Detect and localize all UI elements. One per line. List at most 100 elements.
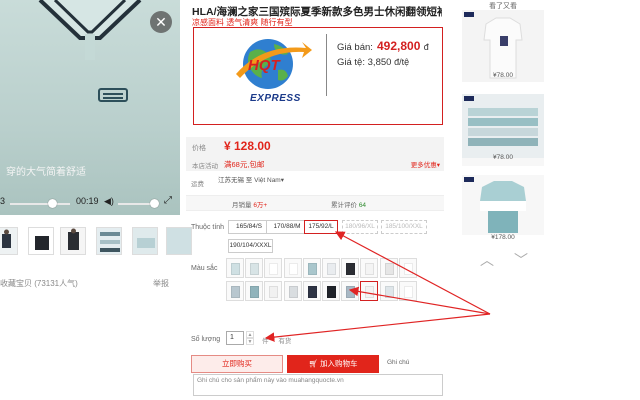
color-swatch[interactable] [360,281,379,301]
sales-stats-row: 月销量 6万+ 累计评价 64 [186,195,444,211]
monthly-sales: 月销量 6万+ [232,199,267,209]
note-textarea[interactable]: Ghi chú cho sản phẩm này vào muahangquoc… [193,374,443,396]
promo-value: 满68元,包邮 [224,160,265,169]
gallery-thumbnail[interactable] [132,227,158,255]
swatch-shirt-thumbnail [384,286,394,298]
swatch-shirt-thumbnail [403,263,413,275]
swatch-shirt-thumbnail [365,263,375,275]
color-swatch[interactable] [398,281,417,301]
swatch-shirt-thumbnail [288,286,298,298]
close-icon[interactable]: ✕ [150,11,172,33]
buy-now-button[interactable]: 立即购买 [191,355,283,373]
size-option[interactable]: 190/104/XXXL [228,239,273,253]
size-option[interactable]: 170/88/M [266,220,308,234]
recommendation-image [462,94,544,158]
note-label: Ghi chú [387,359,410,366]
price-value: ¥ 128.00 [224,139,271,153]
logo-top-text: HQT [248,57,282,74]
size-option[interactable]: 180/96/XL [342,220,378,234]
swatch-shirt-thumbnail [269,263,279,275]
color-swatch[interactable] [379,258,398,278]
gallery-thumbnail[interactable] [0,227,18,255]
chevron-down-icon[interactable]: ﹀ [514,250,528,270]
swatch-shirt-thumbnail [231,263,240,275]
video-controls: 3 00:19 ◀) ⤢ [0,195,180,212]
quantity-decrease-icon[interactable]: ▼ [246,338,254,345]
video-progress-knob[interactable] [48,199,57,208]
globe-logo-icon: HQT [236,39,312,89]
quantity-unit: 件 有货 [262,335,291,345]
color-swatch[interactable] [379,281,398,301]
recommendation-price: ¥78.00 [493,72,513,79]
chevron-up-icon[interactable]: ︿ [480,250,494,270]
banner-divider [326,34,327,96]
swatch-shirt-thumbnail [346,263,356,275]
volume-knob[interactable] [150,199,159,208]
favorite-views-line[interactable]: 收藏宝贝 (73131人气) [0,278,78,289]
swatch-shirt-thumbnail [288,263,298,275]
banner-rate-label: Giá tệ: [337,57,365,68]
color-swatch[interactable] [264,281,283,301]
more-promos-link[interactable]: 更多优惠▾ [411,159,440,169]
banner-price-label: Giá bán: [337,42,373,53]
quantity-label: Số lượng [191,336,221,343]
price-label: 价格 [192,145,206,152]
color-swatch[interactable] [341,281,360,301]
color-swatch[interactable] [322,281,340,301]
report-link[interactable]: 举报 [153,278,169,289]
banner-price-number: 492,800 [377,39,421,53]
color-swatch[interactable] [245,281,264,301]
review-count-label: 累计评价 [331,202,357,209]
swatch-shirt-thumbnail [403,286,413,298]
video-caption: 穿的大气简着舒适 [6,167,86,178]
size-option[interactable]: 175/92/L [304,220,338,234]
swatch-shirt-thumbnail [327,263,336,275]
color-swatch[interactable] [341,258,360,278]
shirt-logo-badge [98,88,128,102]
stock-status: 有货 [278,338,292,345]
color-swatch[interactable] [264,258,283,278]
gallery-thumbnail[interactable] [28,227,54,255]
promo-label: 本店活动 [192,163,218,170]
color-swatch[interactable] [283,281,302,301]
gallery-thumbnails [0,227,192,257]
quantity-input[interactable]: 1 [226,331,244,345]
gallery-thumbnail[interactable] [166,227,192,255]
volume-icon[interactable]: ◀) [104,196,114,207]
swatch-shirt-thumbnail [307,263,317,275]
fullscreen-icon[interactable]: ⤢ [164,195,172,206]
recommendation-price: ¥178.00 [491,234,515,241]
shipping-destination-select[interactable]: 江苏无锡 至 Việt Nam▾ [218,174,284,184]
quantity-unit-label: 件 [262,338,269,345]
logo-bottom-text: EXPRESS [250,93,301,104]
size-option[interactable]: 185/100/XXL [381,220,427,234]
color-swatch[interactable] [226,258,244,278]
price-box: 价格 ¥ 128.00 本店活动 满68元,包邮 更多优惠▾ [186,137,444,171]
color-swatch[interactable] [322,258,340,278]
swatch-shirt-thumbnail [384,263,394,275]
add-to-cart-button[interactable]: 🛒︎ 加入购物车 [287,355,379,373]
swatch-shirt-thumbnail [250,263,260,275]
color-swatch[interactable] [302,258,321,278]
size-option[interactable]: 165/84/S [228,220,270,234]
review-count[interactable]: 累计评价 64 [331,199,366,209]
color-swatch[interactable] [245,258,264,278]
color-swatch[interactable] [398,258,417,278]
video-time-current: 3 [0,196,6,206]
gallery-thumbnail[interactable] [60,227,86,255]
product-video[interactable]: 穿的大气简着舒适 [0,0,180,215]
color-swatch[interactable] [302,281,321,301]
video-progress-bar[interactable] [10,203,70,205]
banner-price-unit: đ [423,42,429,52]
color-swatch[interactable] [283,258,302,278]
swatch-shirt-thumbnail [327,286,336,298]
recommendation-card[interactable] [462,175,544,235]
gallery-thumbnail[interactable] [96,227,122,255]
size-label: Thuộc tính [191,224,225,231]
price-conversion-banner: HQT EXPRESS Giá bán: 492,800 đ Giá tệ: 3… [193,27,443,125]
banner-rate-value: 3,850 [367,57,392,68]
quantity-increase-icon[interactable]: ▲ [246,331,254,338]
color-swatch[interactable] [226,281,244,301]
color-swatch[interactable] [360,258,379,278]
swatch-shirt-thumbnail [231,286,240,298]
